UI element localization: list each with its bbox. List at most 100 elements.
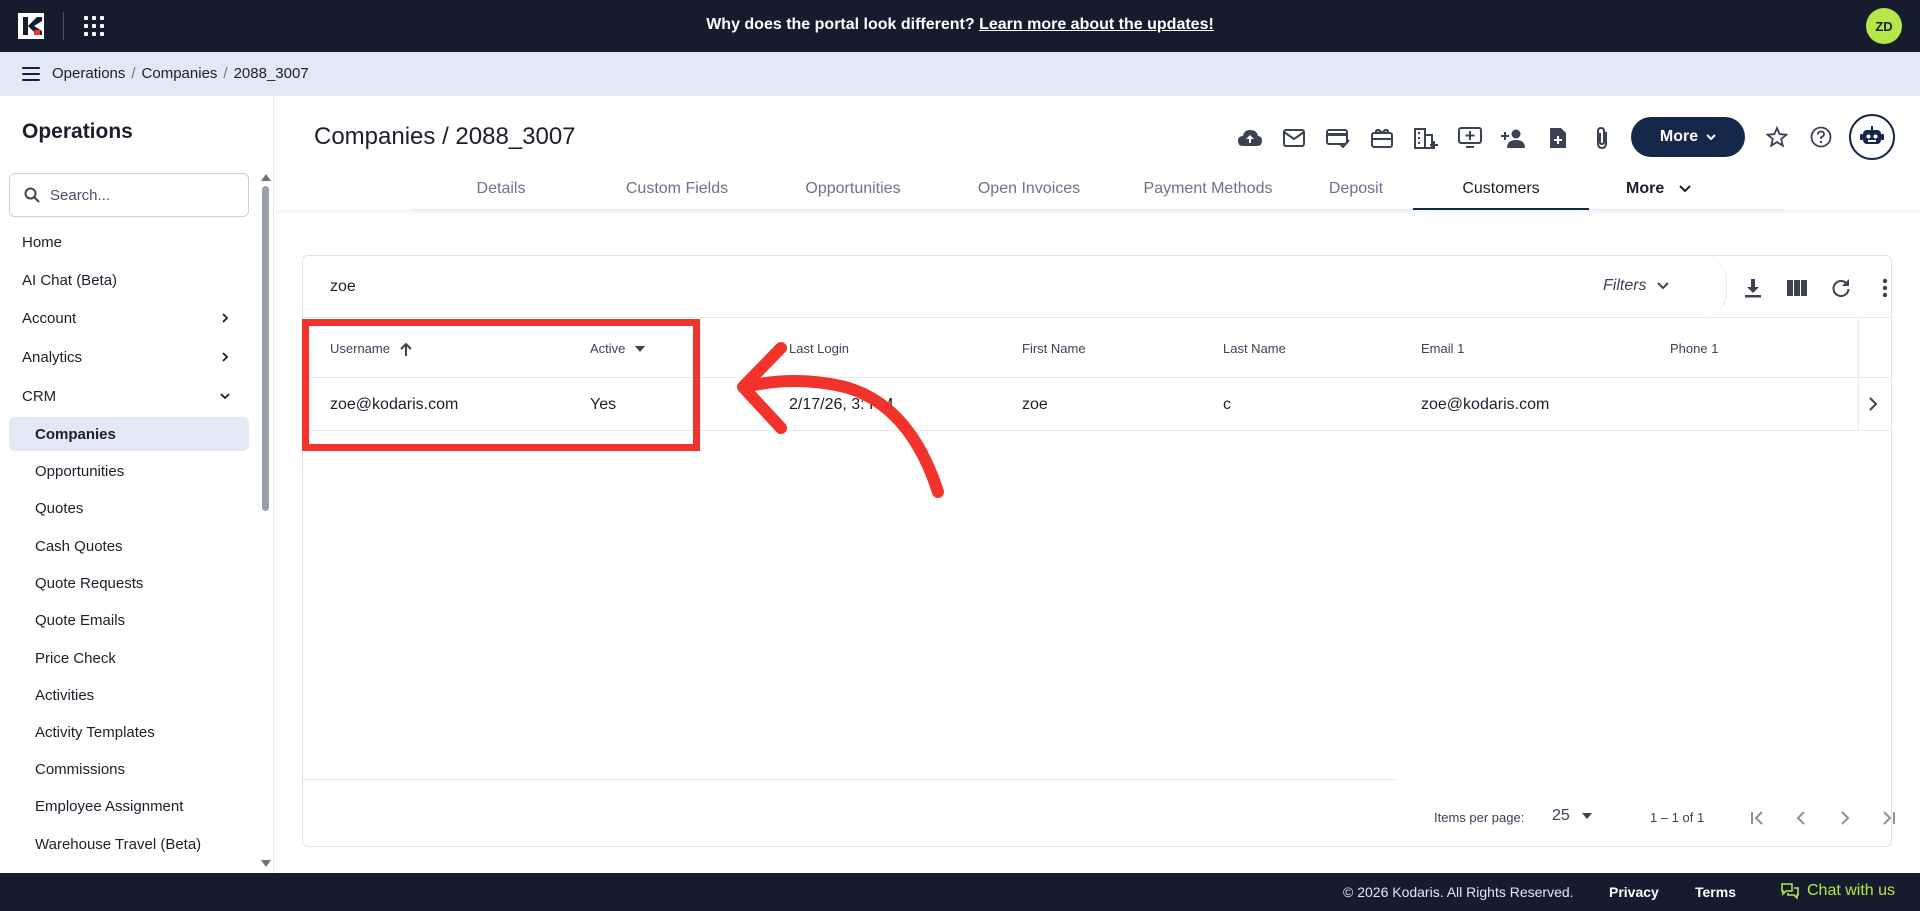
email-icon[interactable] (1279, 123, 1309, 153)
filters-divider (1703, 256, 1727, 317)
cell-email-1[interactable]: zoe@kodaris.com (1421, 396, 1549, 414)
sidebar-item-activities[interactable]: Activities (35, 687, 94, 704)
chat-with-us-button[interactable]: Chat with us (1781, 882, 1895, 900)
next-page-icon[interactable] (1833, 806, 1857, 830)
add-document-icon[interactable] (1543, 123, 1573, 153)
first-page-icon[interactable] (1746, 806, 1770, 830)
star-icon[interactable] (1762, 122, 1792, 152)
quick-filter-input[interactable]: zoe (330, 278, 356, 296)
cloud-upload-icon[interactable] (1235, 123, 1265, 153)
page-title: Companies / 2088_3007 (314, 123, 576, 150)
sidebar-item-quote-requests[interactable]: Quote Requests (35, 575, 143, 592)
column-header-phone-1[interactable]: Phone 1 (1670, 341, 1718, 356)
page-range: 1 – 1 of 1 (1650, 810, 1705, 825)
column-header-first-name[interactable]: First Name (1022, 341, 1086, 356)
breadcrumb-companies[interactable]: Companies (142, 65, 218, 82)
tab-opportunities[interactable]: Opportunities (765, 180, 941, 198)
user-avatar[interactable]: ZD (1866, 8, 1902, 44)
items-per-page-label: Items per page: (1434, 810, 1525, 825)
chevron-right-icon[interactable] (1868, 396, 1878, 412)
sidebar-item-commissions[interactable]: Commissions (35, 761, 125, 778)
grid-divider (303, 317, 1893, 318)
top-bar: Why does the portal look different? Lear… (0, 0, 1920, 52)
ai-assistant-button[interactable] (1849, 114, 1895, 160)
sidebar-item-companies[interactable]: Companies (35, 426, 116, 443)
cell-first-name[interactable]: zoe (1022, 396, 1048, 414)
sidebar-item-ai-chat[interactable]: AI Chat (Beta) (22, 272, 117, 289)
tab-custom-fields[interactable]: Custom Fields (589, 180, 765, 198)
columns-icon[interactable] (1783, 274, 1811, 302)
add-to-screen-icon[interactable] (1455, 123, 1485, 153)
main-content: Companies / 2088_3007 More Details Custo… (275, 96, 1920, 873)
refresh-icon[interactable] (1827, 274, 1855, 302)
sidebar-item-account[interactable]: Account (22, 310, 76, 327)
more-actions-button[interactable]: More (1631, 117, 1745, 157)
sidebar-item-quotes[interactable]: Quotes (35, 500, 83, 517)
chat-label: Chat with us (1807, 882, 1896, 899)
chevron-right-icon[interactable] (220, 352, 230, 362)
scroll-down-arrow[interactable] (261, 860, 271, 867)
breadcrumb: Operations / Companies/2088_3007 (52, 65, 309, 82)
annotation-arrow (737, 342, 944, 498)
chevron-down-icon (1678, 185, 1691, 193)
previous-page-icon[interactable] (1789, 806, 1813, 830)
sidebar-item-home[interactable]: Home (22, 234, 62, 251)
sidebar-item-analytics[interactable]: Analytics (22, 349, 82, 366)
more-vert-icon[interactable] (1871, 274, 1899, 302)
attachment-icon[interactable] (1587, 123, 1617, 153)
add-person-icon[interactable] (1499, 123, 1529, 153)
tab-more[interactable]: More (1626, 180, 1691, 198)
breadcrumb-company-id: 2088_3007 (233, 65, 309, 82)
sidebar-item-opportunities[interactable]: Opportunities (35, 463, 124, 480)
tab-open-invoices[interactable]: Open Invoices (941, 180, 1117, 198)
download-icon[interactable] (1739, 274, 1767, 302)
breadcrumb-operations[interactable]: Operations (52, 65, 125, 82)
items-per-page-select[interactable]: 25 (1552, 807, 1592, 825)
privacy-link[interactable]: Privacy (1609, 884, 1659, 900)
search-icon (24, 187, 40, 203)
breadcrumb-bar: Operations / Companies/2088_3007 (0, 52, 1920, 96)
tab-details[interactable]: Details (413, 180, 589, 198)
tab-payment-methods[interactable]: Payment Methods (1117, 180, 1299, 198)
chevron-right-icon[interactable] (220, 313, 230, 323)
sidebar-item-price-check[interactable]: Price Check (35, 650, 116, 667)
search-input[interactable] (50, 186, 240, 204)
items-per-page-value: 25 (1552, 807, 1570, 824)
tabs-shadow (275, 210, 1920, 216)
scroll-up-arrow[interactable] (261, 174, 271, 181)
terms-link[interactable]: Terms (1695, 884, 1736, 900)
announcement-link[interactable]: Learn more about the updates! (979, 16, 1214, 33)
chevron-down-icon (1656, 282, 1669, 290)
sidebar-item-activity-templates[interactable]: Activity Templates (35, 724, 155, 741)
last-page-icon[interactable] (1876, 806, 1900, 830)
announcement-banner: Why does the portal look different? Lear… (0, 16, 1920, 34)
column-header-email-1[interactable]: Email 1 (1421, 341, 1464, 356)
menu-icon[interactable] (22, 67, 40, 81)
sidebar-title: Operations (22, 120, 133, 143)
chevron-down-icon[interactable] (220, 391, 230, 401)
sidebar-item-employee-assignment[interactable]: Employee Assignment (35, 798, 183, 815)
gift-card-icon[interactable] (1367, 123, 1397, 153)
sidebar-item-warehouse-travel[interactable]: Warehouse Travel (Beta) (35, 836, 201, 853)
cell-last-name[interactable]: c (1223, 396, 1231, 414)
sidebar-search[interactable] (9, 173, 249, 217)
announcement-text: Why does the portal look different? (706, 16, 975, 33)
sidebar-item-quote-emails[interactable]: Quote Emails (35, 612, 125, 629)
sidebar-item-cash-quotes[interactable]: Cash Quotes (35, 538, 123, 555)
building-add-icon[interactable] (1411, 123, 1441, 153)
dropdown-arrow-icon (1581, 813, 1592, 819)
annotation-highlight-box (302, 319, 700, 451)
credit-card-check-icon[interactable] (1323, 123, 1353, 153)
tab-deposit[interactable]: Deposit (1299, 180, 1413, 198)
paginator-divider (303, 779, 1396, 780)
sidebar-item-crm[interactable]: CRM (22, 388, 56, 405)
column-header-last-name[interactable]: Last Name (1223, 341, 1286, 356)
copyright: © 2026 Kodaris. All Rights Reserved. (1343, 884, 1574, 900)
tab-more-label: More (1626, 180, 1665, 197)
tab-customers[interactable]: Customers (1413, 180, 1589, 198)
filters-dropdown[interactable]: Filters (1603, 277, 1669, 295)
sidebar-scrollbar[interactable] (262, 186, 269, 511)
help-icon[interactable] (1806, 122, 1836, 152)
tab-bar: Details Custom Fields Opportunities Open… (413, 168, 1783, 210)
sidebar: Operations Home AI Chat (Beta) Account A… (0, 96, 274, 873)
